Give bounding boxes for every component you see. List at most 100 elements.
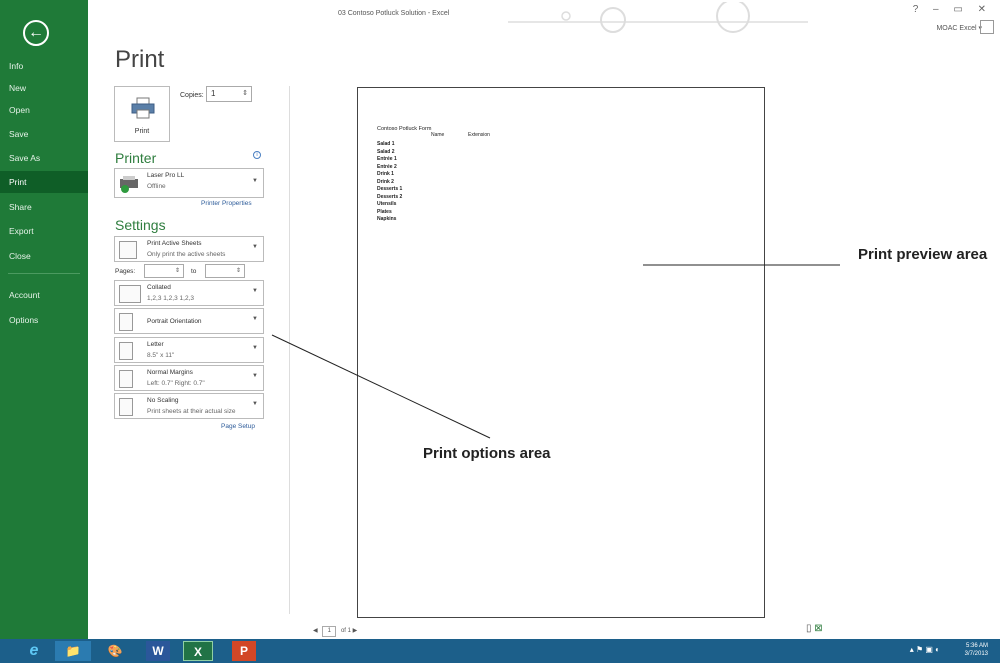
nav-item-info[interactable]: Info	[0, 55, 88, 77]
preview-row: Drink 1	[377, 171, 394, 177]
window-title: 03 Contoso Potluck Solution - Excel	[338, 10, 450, 17]
print-what-dropdown[interactable]: Print Active Sheets Only print the activ…	[114, 236, 264, 262]
preview-rows: Salad 1 Salad 2 Entrée 1 Entrée 2 Drink …	[377, 141, 402, 224]
excel-icon[interactable]: X	[183, 641, 213, 661]
clock-time: 5:36 AM	[965, 643, 988, 649]
sheets-icon	[119, 241, 137, 259]
printer-icon	[131, 97, 155, 119]
printer-dropdown[interactable]: Laser Pro LL Offline ▼	[114, 168, 264, 198]
nav-item-options[interactable]: Options	[0, 309, 88, 331]
collate-sub: 1,2,3 1,2,3 1,2,3	[147, 295, 194, 302]
print-button[interactable]: Print	[114, 86, 170, 142]
system-tray-icons[interactable]: ▴ ⚑ ▣ ◐	[910, 645, 940, 654]
printer-status: Offline	[147, 183, 166, 190]
page-navigator: ◀ 1 of 1 ▶	[313, 626, 357, 637]
chevron-down-icon: ▼	[252, 178, 258, 184]
spinner-icon[interactable]: ⇕	[242, 87, 248, 101]
nav-item-save[interactable]: Save	[0, 123, 88, 145]
preview-row: Plates	[377, 208, 392, 215]
clock[interactable]: 5:36 AM 3/7/2013	[965, 642, 988, 658]
next-page-button[interactable]: ▶	[353, 628, 358, 634]
preview-row: Salad 1	[377, 141, 395, 147]
nav-item-share[interactable]: Share	[0, 196, 88, 218]
copies-value: 1	[211, 89, 216, 98]
margins-icon	[119, 370, 133, 388]
page-number-input[interactable]: 1	[322, 626, 337, 637]
printer-name: Laser Pro LL	[147, 172, 185, 179]
callout-print-preview: Print preview area	[858, 246, 988, 263]
zoom-to-page-icon[interactable]: ⊠	[814, 623, 822, 634]
file-explorer-icon[interactable]: 📁	[55, 641, 91, 661]
preview-row: Entrée 1	[377, 156, 397, 162]
account-name[interactable]: MOAC Excel ▾	[936, 24, 982, 32]
preview-col-name: Name	[431, 132, 445, 138]
nav-item-open[interactable]: Open	[0, 99, 88, 121]
preview-row: Entrée 2	[377, 163, 397, 170]
collate-icon	[119, 285, 141, 303]
copies-label: Copies:	[180, 92, 204, 99]
nav-item-close[interactable]: Close	[0, 245, 88, 267]
scaling-title: No Scaling	[147, 397, 179, 404]
window-controls[interactable]: ? – ▭ ✕	[913, 4, 992, 15]
pane-divider	[289, 86, 290, 614]
nav-item-export[interactable]: Export	[0, 220, 88, 242]
page-setup-link[interactable]: Page Setup	[221, 423, 255, 430]
preview-row: Drink 2	[377, 178, 394, 185]
print-what-title: Print Active Sheets	[147, 240, 202, 247]
nav-item-account[interactable]: Account	[0, 284, 88, 306]
pages-to-input[interactable]: ⇕	[205, 264, 245, 278]
preview-row: Salad 2	[377, 148, 395, 155]
preview-title: Contoso Potluck Form	[377, 126, 432, 132]
scaling-sub: Print sheets at their actual size	[147, 408, 236, 415]
ie-icon[interactable]: e	[16, 641, 52, 661]
powerpoint-icon[interactable]: P	[232, 641, 256, 661]
prev-page-button[interactable]: ◀	[313, 628, 318, 634]
chevron-down-icon: ▼	[252, 288, 258, 294]
paper-size-dropdown[interactable]: Letter 8.5" x 11" ▼	[114, 337, 264, 363]
orientation-dropdown[interactable]: Portrait Orientation ▼	[114, 308, 264, 334]
printer-status-icon	[120, 176, 138, 193]
printer-heading: Printer	[115, 150, 157, 166]
margins-dropdown[interactable]: Normal Margins Left: 0.7" Right: 0.7" ▼	[114, 365, 264, 391]
page-title: Print	[115, 46, 165, 73]
preview-row: Desserts 1	[377, 186, 403, 192]
avatar[interactable]	[980, 20, 994, 34]
pages-from-input[interactable]: ⇕	[144, 264, 184, 278]
info-icon[interactable]: i	[253, 151, 261, 159]
pages-to-label: to	[191, 268, 197, 275]
scaling-icon	[119, 398, 133, 416]
nav-divider	[8, 273, 80, 274]
preview-row: Desserts 2	[377, 193, 403, 200]
preview-row: Napkins	[377, 216, 397, 222]
circuit-decoration-icon	[508, 2, 808, 33]
printer-properties-link[interactable]: Printer Properties	[201, 200, 252, 207]
chevron-down-icon: ▼	[252, 373, 258, 379]
copies-stepper[interactable]: 1 ⇕	[206, 86, 252, 102]
scaling-dropdown[interactable]: No Scaling Print sheets at their actual …	[114, 393, 264, 419]
show-margins-icon[interactable]: ▯	[806, 623, 812, 634]
print-what-sub: Only print the active sheets	[147, 251, 226, 258]
taskbar: e 📁 🎨 W X P ▴ ⚑ ▣ ◐ 5:36 AM 3/7/2013	[0, 639, 1000, 663]
title-bar: 03 Contoso Potluck Solution - Excel ? – …	[88, 0, 1000, 40]
paper-sub: 8.5" x 11"	[147, 352, 175, 359]
nav-item-new[interactable]: New	[0, 77, 88, 99]
word-icon[interactable]: W	[146, 641, 170, 661]
nav-item-print[interactable]: Print	[0, 171, 88, 193]
collate-dropdown[interactable]: Collated 1,2,3 1,2,3 1,2,3 ▼	[114, 280, 264, 306]
preview-row: Utensils	[377, 201, 397, 207]
portrait-icon	[119, 313, 133, 331]
view-toggle: ▯ ⊠	[806, 623, 823, 634]
orientation-title: Portrait Orientation	[147, 318, 202, 325]
margins-sub: Left: 0.7" Right: 0.7"	[147, 380, 205, 387]
back-arrow-icon[interactable]: ←	[23, 20, 49, 46]
paper-icon	[119, 342, 133, 360]
nav-item-save-as[interactable]: Save As	[0, 147, 88, 169]
paint-icon[interactable]: 🎨	[97, 641, 133, 661]
page-count: of 1	[340, 628, 351, 634]
backstage-sidebar: ← Info New Open Save Save As Print Share…	[0, 0, 88, 639]
chevron-down-icon: ▼	[252, 345, 258, 351]
settings-heading: Settings	[115, 217, 166, 233]
callout-print-options: Print options area	[423, 445, 551, 462]
chevron-down-icon: ▼	[252, 316, 258, 322]
preview-col-extension: Extension	[468, 132, 490, 138]
